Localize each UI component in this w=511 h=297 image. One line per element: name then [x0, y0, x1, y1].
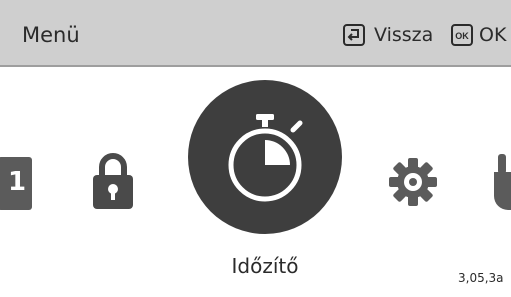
right-partial-icon	[494, 154, 511, 210]
carousel-item-left-partial-text: 1	[8, 167, 27, 197]
carousel-item-timer-selected[interactable]	[188, 80, 342, 234]
carousel-item-right-partial[interactable]	[490, 150, 511, 210]
lock-icon	[93, 153, 133, 209]
carousel-item-lock[interactable]	[90, 151, 136, 211]
stopwatch-icon	[228, 114, 303, 202]
right-partial-label: 3,05,3a	[458, 271, 504, 285]
back-key-icon[interactable]	[343, 24, 365, 46]
ok-label[interactable]: OK	[479, 23, 506, 47]
back-label[interactable]: Vissza	[374, 23, 433, 47]
menu-title: Menü	[22, 23, 80, 47]
ok-key-icon[interactable]: OK	[451, 24, 473, 46]
selected-item-label: Időzítő	[231, 254, 299, 278]
ok-key-icon-text: OK	[455, 31, 469, 41]
carousel-item-settings[interactable]	[388, 157, 438, 207]
header-bar: Menü Vissza OK OK	[0, 0, 511, 67]
gear-icon	[389, 158, 437, 206]
carousel-item-left-partial[interactable]: 1	[0, 157, 32, 210]
